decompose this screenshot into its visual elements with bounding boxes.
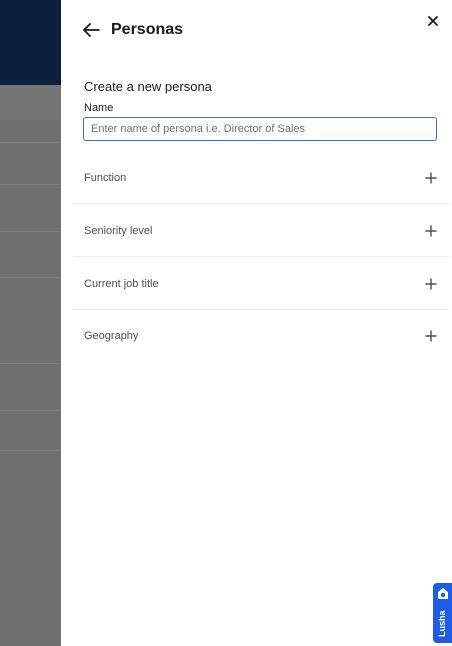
background-band <box>0 85 62 120</box>
background-row-divider <box>0 363 62 364</box>
filter-label: Function <box>84 172 127 184</box>
background-row-divider <box>0 184 62 185</box>
filter-current-job-title[interactable]: Current job title <box>73 258 449 310</box>
filter-seniority-level[interactable]: Seniority level <box>73 205 449 257</box>
filter-geography[interactable]: Geography <box>73 310 449 362</box>
filter-label: Current job title <box>84 278 159 290</box>
plus-icon <box>425 225 437 237</box>
filter-function[interactable]: Function <box>73 152 449 204</box>
background-row-divider <box>0 450 62 451</box>
drawer-title: Personas <box>111 21 184 38</box>
background-row-divider <box>0 142 62 143</box>
filter-label: Seniority level <box>84 225 153 237</box>
back-button[interactable] <box>80 19 102 41</box>
background-row-divider <box>0 410 62 411</box>
plus-icon <box>425 330 437 342</box>
close-icon <box>428 16 438 26</box>
plus-icon <box>425 172 437 184</box>
lusha-label: Lusha <box>437 610 447 637</box>
lusha-logo-icon <box>438 588 448 599</box>
name-label: Name <box>84 102 114 114</box>
plus-icon <box>425 278 437 290</box>
create-persona-heading: Create a new persona <box>84 79 212 94</box>
close-button[interactable] <box>424 12 442 30</box>
personas-drawer: Personas Create a new persona Name Funct… <box>61 0 452 646</box>
lusha-extension-tab[interactable]: Lusha <box>433 583 452 643</box>
background-row-divider <box>0 277 62 278</box>
persona-name-input[interactable] <box>83 117 437 141</box>
background-row-divider <box>0 231 62 232</box>
filter-label: Geography <box>84 330 139 342</box>
arrow-left-icon <box>83 23 100 37</box>
